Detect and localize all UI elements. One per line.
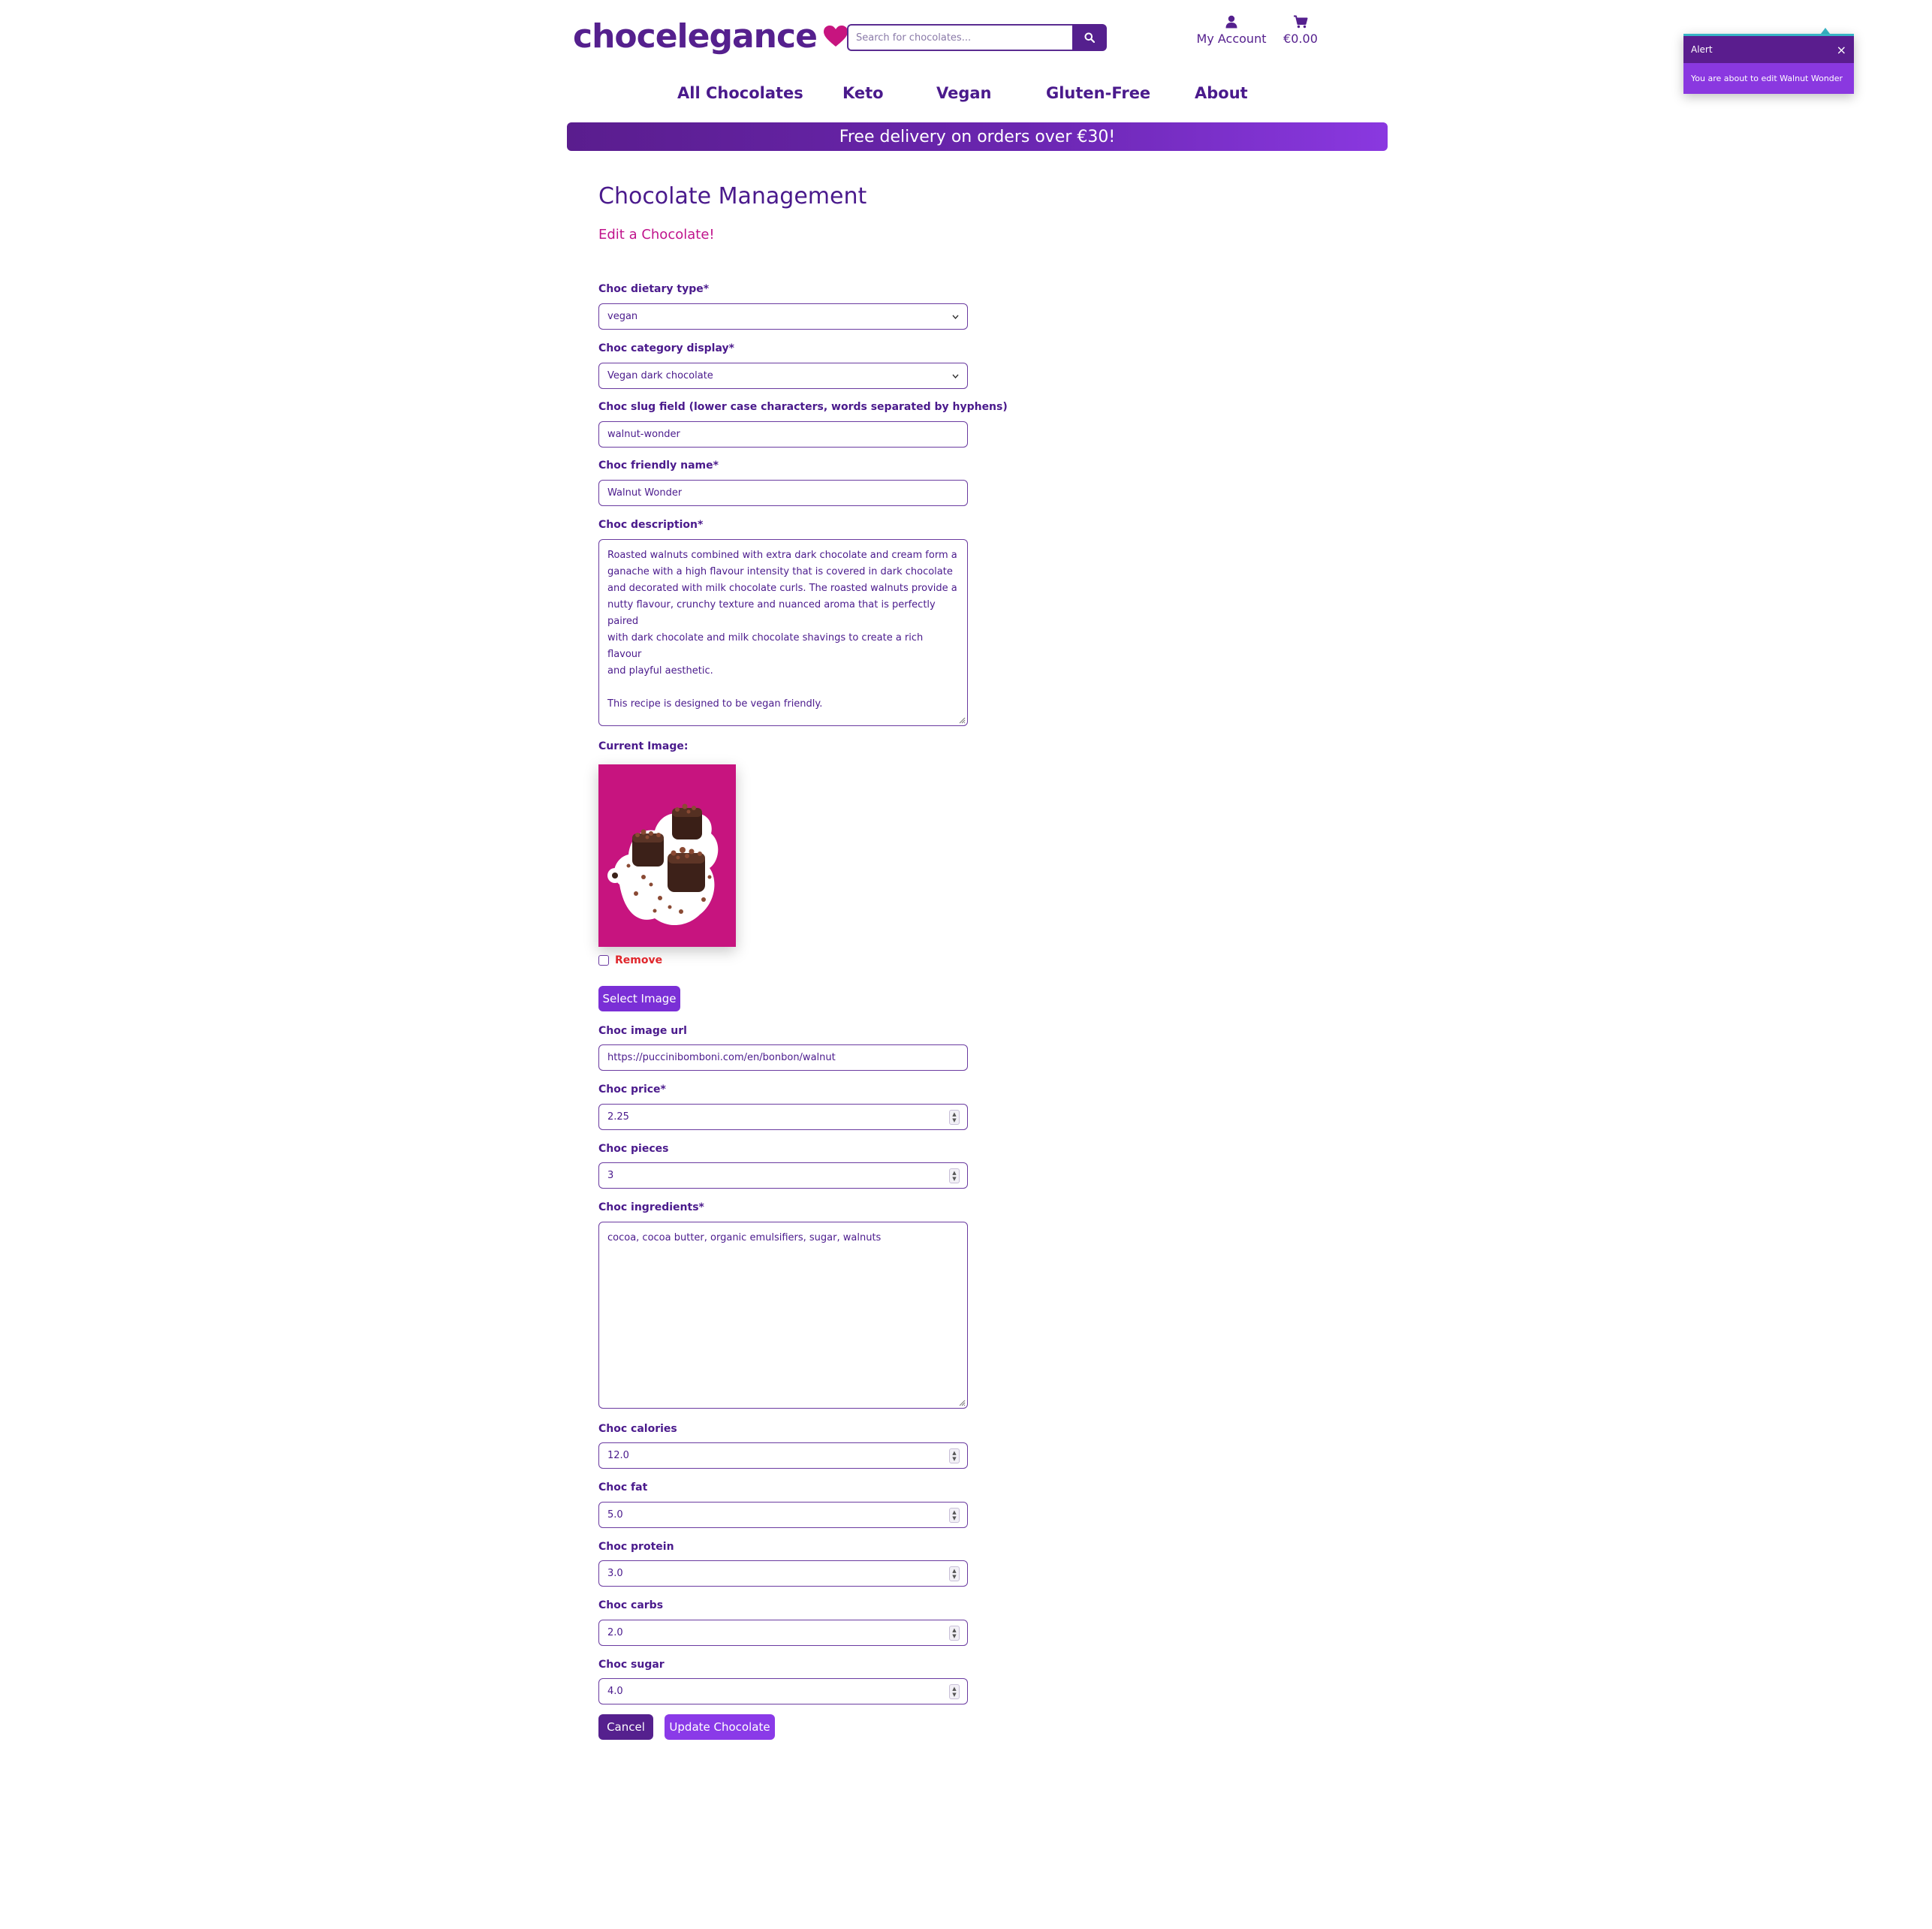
fat-value: 5.0 [607,1509,623,1521]
nav-gluten-free[interactable]: Gluten-Free [1046,84,1150,102]
calories-value: 12.0 [607,1450,629,1461]
description-line: This recipe is designed to be vegan frie… [607,698,823,710]
current-image [598,764,736,947]
description-line: and decorated with milk chocolate curls.… [607,583,957,594]
price-value: 2.25 [607,1111,629,1123]
chevron-down-icon [952,374,959,378]
carbs-value: 2.0 [607,1627,623,1638]
dietary-type-select[interactable]: vegan [598,303,968,330]
alert-title: Alert [1691,44,1713,55]
description-line: ganache with a high flavour intensity th… [607,566,953,577]
my-account-label: My Account [1196,32,1267,46]
nav-keto[interactable]: Keto [842,84,884,102]
description-line: with dark chocolate and milk chocolate s… [607,632,924,660]
category-value: Vegan dark chocolate [607,370,713,381]
number-stepper-icon[interactable]: ▲ ▼ [949,1507,960,1523]
description-line: and playful aesthetic. [607,665,713,677]
main-nav: All Chocolates Keto Vegan Gluten-Free Ab… [0,84,1932,107]
search-button[interactable] [1072,24,1107,51]
brand-name: chocelegance [573,17,818,56]
price-label: Choc price* [598,1084,666,1096]
delivery-banner: Free delivery on orders over €30! [567,122,1388,151]
user-icon [1225,15,1237,29]
protein-value: 3.0 [607,1568,623,1579]
ingredients-value: cocoa, cocoa butter, organic emulsifiers… [607,1232,882,1243]
protein-field[interactable]: 3.0 ▲ ▼ [598,1560,968,1587]
carbs-label: Choc carbs [598,1599,664,1611]
remove-label: Remove [615,954,663,966]
slug-label: Choc slug field (lower case characters, … [598,401,1008,413]
cancel-button[interactable]: Cancel [598,1714,653,1740]
cart-icon [1294,15,1308,29]
alert-toast: Alert × You are about to edit Walnut Won… [1683,34,1854,94]
current-image-label: Current Image: [598,740,689,752]
image-url-label: Choc image url [598,1025,687,1037]
number-stepper-icon[interactable]: ▲ ▼ [949,1168,960,1183]
pieces-label: Choc pieces [598,1143,669,1155]
my-account-link[interactable]: My Account [1194,15,1269,46]
protein-label: Choc protein [598,1541,674,1553]
toast-arrow [1821,28,1830,34]
friendly-name-value: Walnut Wonder [607,487,683,499]
description-line: Roasted walnuts combined with extra dark… [607,550,957,561]
category-label: Choc category display* [598,342,734,354]
update-chocolate-button[interactable]: Update Chocolate [665,1714,775,1740]
calories-field[interactable]: 12.0 ▲ ▼ [598,1442,968,1469]
fat-label: Choc fat [598,1481,648,1493]
slug-field[interactable]: walnut-wonder [598,421,968,448]
number-stepper-icon[interactable]: ▲ ▼ [949,1109,960,1125]
sugar-value: 4.0 [607,1686,623,1697]
sugar-label: Choc sugar [598,1659,665,1671]
carbs-field[interactable]: 2.0 ▲ ▼ [598,1620,968,1646]
number-stepper-icon[interactable]: ▲ ▼ [949,1448,960,1463]
category-select[interactable]: Vegan dark chocolate [598,363,968,389]
page-title: Chocolate Management [598,183,867,209]
description-textarea[interactable]: Roasted walnuts combined with extra dark… [598,539,968,726]
alert-message: You are about to edit Walnut Wonder [1683,63,1854,94]
calories-label: Choc calories [598,1423,677,1435]
fat-field[interactable]: 5.0 ▲ ▼ [598,1502,968,1528]
description-line: nutty flavour, crunchy texture and nuanc… [607,599,936,627]
chevron-down-icon [952,315,959,319]
cart-link[interactable]: €0.00 [1276,15,1325,46]
remove-image-option[interactable]: Remove [598,954,662,966]
resize-handle-icon[interactable] [958,1399,966,1406]
friendly-name-field[interactable]: Walnut Wonder [598,480,968,506]
pieces-value: 3 [607,1170,614,1181]
dietary-type-value: vegan [607,311,638,322]
number-stepper-icon[interactable]: ▲ ▼ [949,1625,960,1641]
nav-all-chocolates[interactable]: All Chocolates [677,84,803,102]
remove-checkbox[interactable] [598,955,609,966]
search-input[interactable] [847,24,1072,51]
slug-value: walnut-wonder [607,429,680,440]
chocolate-bonbon-image [607,803,719,926]
brand-logo[interactable]: chocelegance [573,14,848,59]
resize-handle-icon[interactable] [958,716,966,724]
nav-vegan[interactable]: Vegan [936,84,992,102]
pieces-field[interactable]: 3 ▲ ▼ [598,1162,968,1189]
image-url-field[interactable]: https://puccinibomboni.com/en/bonbon/wal… [598,1044,968,1071]
select-image-button[interactable]: Select Image [598,986,680,1011]
ingredients-label: Choc ingredients* [598,1201,704,1213]
image-url-value: https://puccinibomboni.com/en/bonbon/wal… [607,1052,836,1063]
friendly-name-label: Choc friendly name* [598,460,719,472]
nav-about[interactable]: About [1195,84,1248,102]
close-icon[interactable]: × [1837,43,1846,57]
ingredients-textarea[interactable]: cocoa, cocoa butter, organic emulsifiers… [598,1222,968,1409]
heart-icon [823,26,848,47]
sugar-field[interactable]: 4.0 ▲ ▼ [598,1678,968,1704]
cart-total: €0.00 [1283,32,1318,46]
number-stepper-icon[interactable]: ▲ ▼ [949,1566,960,1581]
number-stepper-icon[interactable]: ▲ ▼ [949,1683,960,1699]
description-label: Choc description* [598,519,704,531]
page-subtitle: Edit a Chocolate! [598,227,715,243]
alert-header: Alert × [1683,36,1854,63]
search-bar [847,24,1107,51]
dietary-type-label: Choc dietary type* [598,283,710,295]
search-icon [1084,32,1095,43]
price-field[interactable]: 2.25 ▲ ▼ [598,1104,968,1130]
